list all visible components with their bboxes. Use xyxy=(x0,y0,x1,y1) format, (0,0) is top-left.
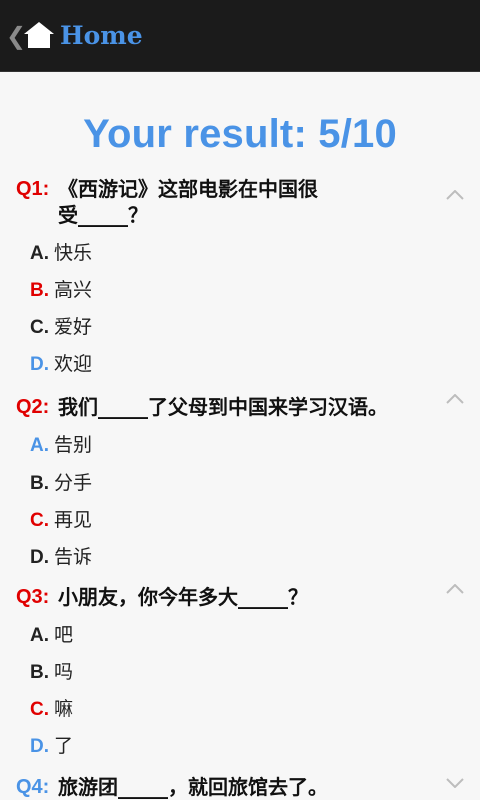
option-text: 爱好 xyxy=(54,316,93,338)
chevron-up-icon[interactable] xyxy=(446,394,464,404)
option-row[interactable]: A. 快乐 xyxy=(30,240,92,266)
option-row[interactable]: D. 欢迎 xyxy=(30,351,92,377)
option-text: 吗 xyxy=(54,661,74,683)
results-content: Your result: 5/10 Q1: 《西游记》这部电影在中国很 受___… xyxy=(0,72,480,800)
option-text: 告诉 xyxy=(54,546,93,568)
option-row[interactable]: D. 了 xyxy=(30,733,73,759)
option-text: 吧 xyxy=(54,624,74,646)
result-score: Your result: 5/10 xyxy=(83,112,397,156)
option-row[interactable]: A. 告别 xyxy=(30,432,92,458)
question-number: Q1: xyxy=(16,178,50,200)
option-row[interactable]: B. 高兴 xyxy=(30,277,92,303)
option-text: 欢迎 xyxy=(54,353,93,375)
option-letter: B. xyxy=(30,662,49,683)
option-letter: C. xyxy=(30,699,49,720)
option-letter: C. xyxy=(30,510,49,531)
option-row[interactable]: A. 吧 xyxy=(30,622,73,648)
app-top-bar: ❮ Home xyxy=(0,0,480,72)
option-letter: B. xyxy=(30,473,49,494)
question-number: Q3: xyxy=(16,586,50,608)
chevron-up-icon[interactable] xyxy=(446,584,464,594)
question-text: 《西游记》这部电影在中国很 受_____？ xyxy=(58,177,318,227)
home-title[interactable]: Home xyxy=(60,20,143,52)
option-letter: A. xyxy=(30,435,49,456)
option-text: 嘛 xyxy=(54,698,74,720)
option-letter: D. xyxy=(30,354,49,375)
question-text: 小朋友，你今年多大_____？ xyxy=(58,585,308,609)
question-text: 旅游团_____，就回旅馆去了。 xyxy=(58,775,328,799)
option-letter: D. xyxy=(30,547,49,568)
option-text: 高兴 xyxy=(54,279,93,301)
question-text: 我们_____了父母到中国来学习汉语。 xyxy=(58,395,388,419)
option-letter: A. xyxy=(30,243,49,264)
question-1: Q1: 《西游记》这部电影在中国很 受_____？ xyxy=(16,176,436,228)
option-letter: C. xyxy=(30,317,49,338)
option-text: 了 xyxy=(54,735,74,757)
option-row[interactable]: C. 爱好 xyxy=(30,314,92,340)
question-3: Q3: 小朋友，你今年多大_____？ xyxy=(16,584,436,610)
option-row[interactable]: B. 吗 xyxy=(30,659,73,685)
question-4: Q4: 旅游团_____，就回旅馆去了。 xyxy=(16,774,436,800)
option-row[interactable]: D. 告诉 xyxy=(30,544,92,570)
option-row[interactable]: C. 嘛 xyxy=(30,696,73,722)
question-2: Q2: 我们_____了父母到中国来学习汉语。 xyxy=(16,394,436,420)
chevron-down-icon[interactable] xyxy=(446,778,464,788)
home-icon[interactable] xyxy=(22,20,56,50)
option-letter: B. xyxy=(30,280,49,301)
question-number: Q2: xyxy=(16,396,50,418)
chevron-up-icon[interactable] xyxy=(446,190,464,200)
option-text: 告别 xyxy=(54,434,93,456)
option-text: 分手 xyxy=(54,472,93,494)
question-number: Q4: xyxy=(16,776,50,798)
option-text: 快乐 xyxy=(54,242,93,264)
option-text: 再见 xyxy=(54,509,93,531)
option-row[interactable]: C. 再见 xyxy=(30,507,92,533)
option-letter: A. xyxy=(30,625,49,646)
option-row[interactable]: B. 分手 xyxy=(30,470,92,496)
option-letter: D. xyxy=(30,736,49,757)
